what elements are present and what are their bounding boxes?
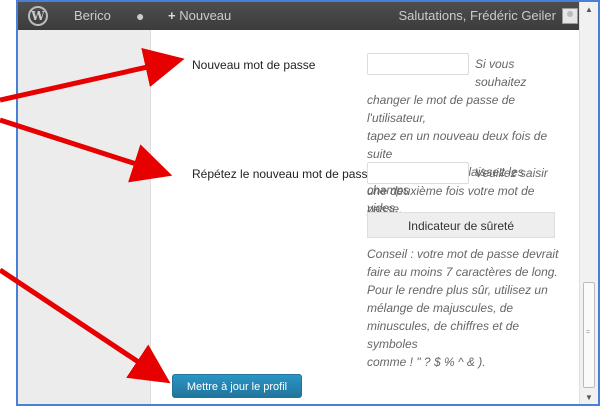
arrow-to-new-password [0, 47, 185, 103]
arrow-to-update-button [0, 267, 171, 384]
annotation-arrows [0, 47, 185, 384]
arrow-to-repeat-password [0, 117, 173, 183]
